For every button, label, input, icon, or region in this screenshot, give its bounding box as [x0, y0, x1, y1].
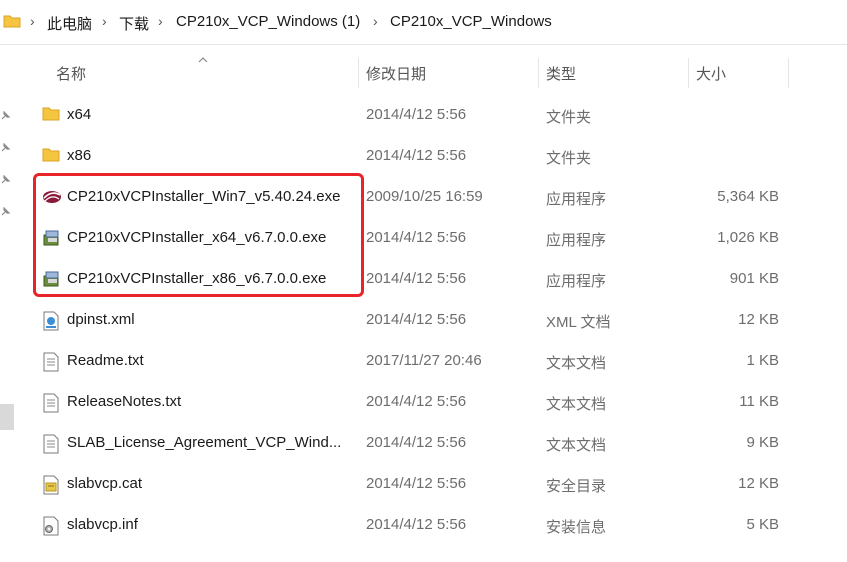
annotation-highlight-box: [33, 173, 364, 297]
file-size: 12 KB: [738, 311, 779, 328]
file-name: dpinst.xml: [67, 311, 135, 328]
file-type: 应用程序: [546, 232, 607, 249]
file-row[interactable]: ReleaseNotes.txt 2014/4/12 5:56 文本文档 11 …: [36, 381, 796, 422]
pin-icon[interactable]: [0, 108, 11, 120]
nav-pane-scrollbar-thumb[interactable]: [0, 404, 14, 430]
setup-info-file-icon: [42, 516, 60, 536]
file-date: 2014/4/12 5:56: [366, 270, 467, 287]
file-row[interactable]: slabvcp.cat 2014/4/12 5:56 安全目录 12 KB: [36, 463, 796, 504]
file-row[interactable]: dpinst.xml 2014/4/12 5:56 XML 文档 12 KB: [36, 299, 796, 340]
file-name: slabvcp.inf: [67, 516, 138, 533]
file-name: slabvcp.cat: [67, 475, 143, 492]
folder-icon: [3, 13, 21, 33]
file-row[interactable]: SLAB_License_Agreement_VCP_Wind... 2014/…: [36, 422, 796, 463]
file-row[interactable]: x86 2014/4/12 5:56 文件夹: [36, 135, 796, 176]
text-file-icon: [42, 393, 60, 413]
file-date: 2014/4/12 5:56: [366, 229, 467, 246]
xml-file-icon: [42, 311, 60, 331]
folder-icon: [42, 106, 60, 124]
chevron-right-icon: ›: [158, 13, 163, 29]
file-size: 11 KB: [739, 393, 779, 410]
file-type: 文件夹: [546, 150, 592, 167]
file-date: 2009/10/25 16:59: [366, 188, 483, 205]
pin-icon[interactable]: [0, 140, 11, 152]
file-date: 2014/4/12 5:56: [366, 147, 467, 164]
column-divider[interactable]: [688, 58, 689, 88]
file-date: 2014/4/12 5:56: [366, 106, 467, 123]
file-size: 12 KB: [738, 475, 779, 492]
file-row[interactable]: x64 2014/4/12 5:56 文件夹: [36, 94, 796, 135]
file-size: 9 KB: [746, 434, 779, 451]
file-type: 文本文档: [546, 396, 607, 413]
file-size: 5 KB: [746, 516, 779, 533]
chevron-right-icon: ›: [102, 13, 107, 29]
file-type: 安全目录: [546, 478, 607, 495]
file-type: 文本文档: [546, 355, 607, 372]
pin-icon[interactable]: [0, 204, 11, 216]
file-type: 应用程序: [546, 273, 607, 290]
breadcrumb-parent-folder[interactable]: CP210x_VCP_Windows (1): [176, 13, 360, 30]
breadcrumb-current-folder[interactable]: CP210x_VCP_Windows: [390, 13, 552, 30]
file-type: 安装信息: [546, 519, 607, 536]
file-date: 2014/4/12 5:56: [366, 516, 467, 533]
file-name: SLAB_License_Agreement_VCP_Wind...: [67, 434, 342, 451]
file-size: 901 KB: [729, 270, 779, 287]
folder-icon: [42, 147, 60, 165]
file-date: 2014/4/12 5:56: [366, 434, 467, 451]
column-divider[interactable]: [538, 58, 539, 88]
column-header-date[interactable]: 修改日期: [366, 58, 536, 93]
file-size: 1,026 KB: [717, 229, 779, 246]
file-date: 2014/4/12 5:56: [366, 311, 467, 328]
file-date: 2014/4/12 5:56: [366, 475, 467, 492]
column-divider[interactable]: [788, 58, 789, 88]
file-size: 5,364 KB: [717, 188, 779, 205]
text-file-icon: [42, 434, 60, 454]
file-date: 2017/11/27 20:46: [366, 352, 482, 369]
file-type: 文本文档: [546, 437, 607, 454]
file-date: 2014/4/12 5:56: [366, 393, 467, 410]
address-bar[interactable]: › 此电脑 › 下载 › CP210x_VCP_Windows (1) › CP…: [0, 0, 847, 45]
breadcrumb-downloads[interactable]: 下载: [119, 13, 149, 34]
catalog-file-icon: [42, 475, 60, 495]
file-type: 文件夹: [546, 109, 592, 126]
column-header-name[interactable]: 名称: [56, 58, 356, 93]
file-name: x86: [67, 147, 92, 164]
column-divider[interactable]: [358, 58, 359, 88]
chevron-right-icon: ›: [30, 13, 35, 29]
file-type: 应用程序: [546, 191, 607, 208]
text-file-icon: [42, 352, 60, 372]
file-name: ReleaseNotes.txt: [67, 393, 182, 410]
column-header-type[interactable]: 类型: [546, 58, 686, 93]
chevron-right-icon: ›: [373, 13, 378, 29]
file-size: 1 KB: [746, 352, 779, 369]
file-row[interactable]: Readme.txt 2017/11/27 20:46 文本文档 1 KB: [36, 340, 796, 381]
file-name: Readme.txt: [67, 352, 144, 369]
column-header-size[interactable]: 大小: [696, 58, 786, 93]
breadcrumb-this-pc[interactable]: 此电脑: [47, 13, 92, 34]
file-type: XML 文档: [546, 314, 611, 331]
file-name: x64: [67, 106, 92, 123]
pin-icon[interactable]: [0, 172, 11, 184]
file-row[interactable]: slabvcp.inf 2014/4/12 5:56 安装信息 5 KB: [36, 504, 796, 545]
